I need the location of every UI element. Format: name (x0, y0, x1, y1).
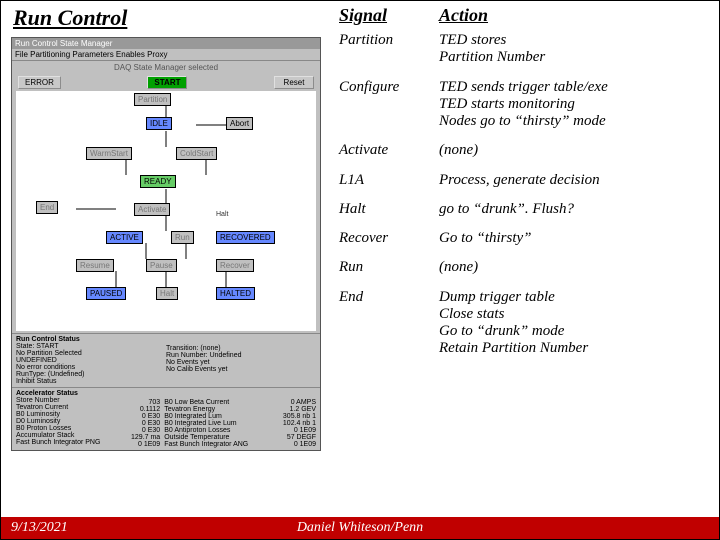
signal-action-table: Signal Action PartitionTED stores Partit… (339, 5, 711, 364)
accel-right1: B0 Low Beta Current Tevatron Energy B0 I… (160, 390, 263, 448)
header-signal: Signal (339, 5, 439, 26)
reset-button[interactable]: Reset (274, 76, 314, 89)
node-abort: Abort (226, 117, 253, 130)
accelerator-status: Accelerator Status Store Number Tevatron… (12, 387, 320, 450)
status-right: Transition: (none) Run Number: Undefined… (166, 336, 316, 385)
table-row: Haltgo to “drunk”. Flush? (339, 195, 711, 224)
table-row: PartitionTED stores Partition Number (339, 26, 711, 73)
table-row: ConfigureTED sends trigger table/exe TED… (339, 73, 711, 137)
table-row: EndDump trigger table Close stats Go to … (339, 283, 711, 364)
footer-date: 9/13/2021 (11, 520, 68, 536)
footer-author: Daniel Whiteson/Penn (297, 520, 423, 536)
node-idle: IDLE (146, 117, 172, 130)
node-paused: PAUSED (86, 287, 126, 300)
table-row: RecoverGo to “thirsty” (339, 224, 711, 253)
node-activate: Activate (134, 203, 170, 216)
accel-right2: 0 AMPS 1.2 GEV 305.8 nb 1 102.4 nb 1 0 1… (263, 390, 316, 448)
node-resume: Resume (76, 259, 114, 272)
gui-menu: File Partitioning Parameters Enables Pro… (12, 49, 320, 61)
accel-mid: 703 0.1112 0 E30 0 E30 0 E30 129.7 ma 0 … (115, 390, 161, 448)
node-halted: HALTED (216, 287, 255, 300)
run-control-status: Run Control Status State: START No Parti… (12, 333, 320, 387)
table-row: Activate(none) (339, 136, 711, 165)
status-left: Run Control Status State: START No Parti… (16, 336, 166, 385)
node-halt: Halt (156, 287, 178, 300)
node-recovered: RECOVERED (216, 231, 275, 244)
gui-statusline: DAQ State Manager selected (12, 61, 320, 74)
footer: 9/13/2021 Daniel Whiteson/Penn (1, 517, 719, 539)
run-control-screenshot: Run Control State Manager File Partition… (11, 37, 321, 451)
node-recover: Recover (216, 259, 254, 272)
accel-left: Accelerator Status Store Number Tevatron… (16, 390, 115, 448)
node-warmstart: WarmStart (86, 147, 132, 160)
state-diagram: Partition IDLE Abort WarmStart ColdStart… (16, 91, 316, 331)
node-partition: Partition (134, 93, 171, 106)
gui-titlebar: Run Control State Manager (12, 38, 320, 49)
table-row: Run(none) (339, 253, 711, 282)
slide-title: Run Control (13, 5, 329, 31)
node-end: End (36, 201, 58, 214)
node-active: ACTIVE (106, 231, 143, 244)
error-button[interactable]: ERROR (18, 76, 61, 89)
edge-halt-label: Halt (216, 211, 228, 218)
header-action: Action (439, 5, 711, 26)
table-row: L1AProcess, generate decision (339, 166, 711, 195)
start-button[interactable]: START (147, 76, 187, 89)
node-coldstart: ColdStart (176, 147, 217, 160)
node-pause: Pause (146, 259, 177, 272)
node-run: Run (171, 231, 194, 244)
node-ready: READY (140, 175, 176, 188)
